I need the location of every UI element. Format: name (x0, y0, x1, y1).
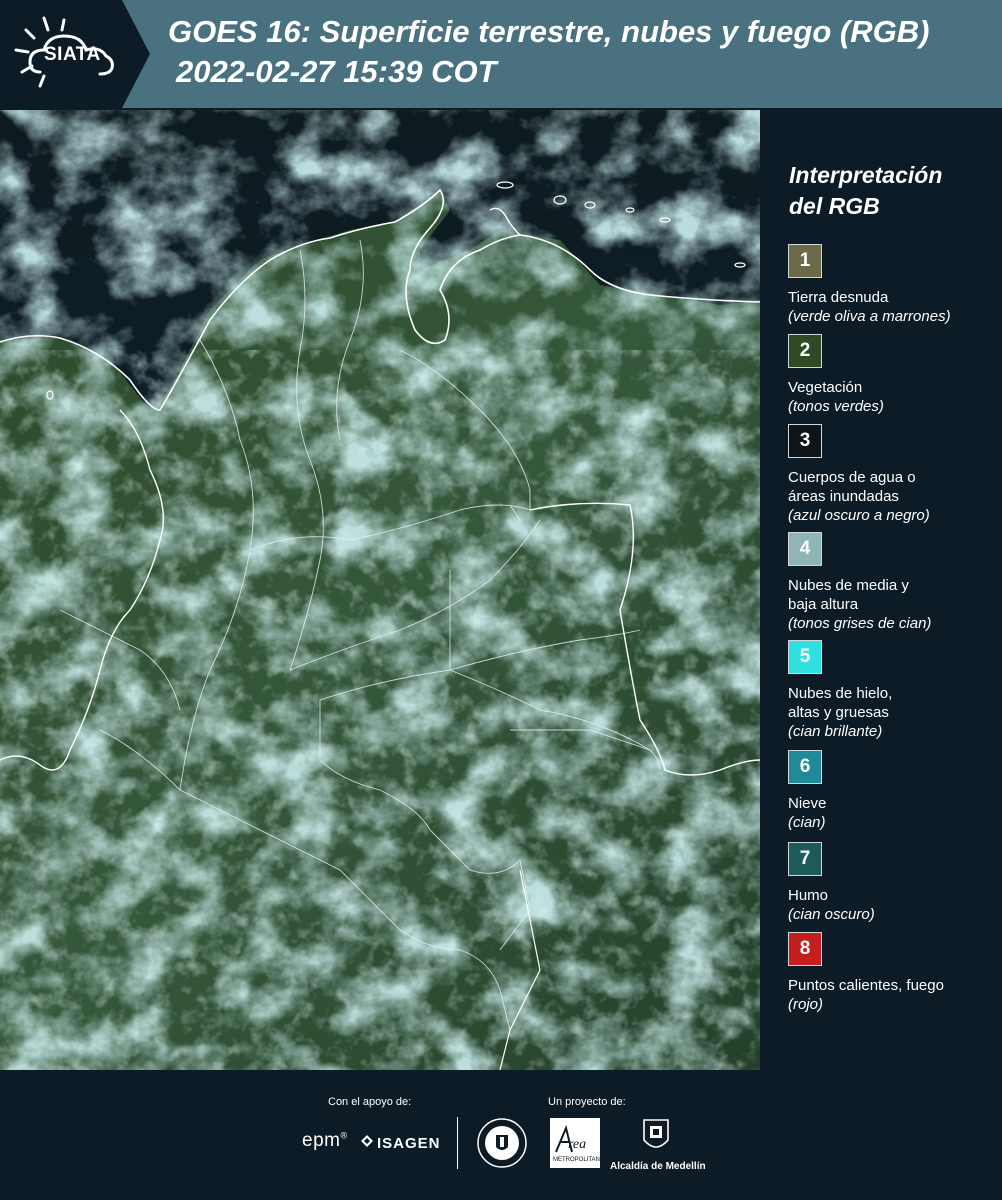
svg-text:METROPOLITANA: METROPOLITANA (553, 1157, 600, 1163)
satellite-map (0, 110, 760, 1070)
swatch-6: 6 (788, 750, 822, 784)
legend-item-fire: 8 Puntos calientes, fuego (rojo) (788, 932, 998, 1014)
datetime: 2022-02-27 15:39 COT (176, 54, 497, 89)
svg-text:rea: rea (568, 1137, 586, 1152)
header: SIATA GOES 16: Superficie terrestre, nub… (0, 0, 1002, 108)
isagen-logo: ISAGEN (360, 1134, 441, 1152)
area-metropolitana-logo: rea METROPOLITANA (550, 1118, 604, 1173)
swatch-1: 1 (788, 244, 822, 278)
alcaldia-logo: Alcaldía de Medellín (610, 1118, 706, 1172)
legend-item-snow: 6 Nieve (cian) (788, 750, 998, 832)
page-title: GOES 16: Superficie terrestre, nubes y f… (168, 14, 930, 49)
legend-item-ice-clouds: 5 Nubes de hielo, altas y gruesas (cian … (788, 640, 998, 741)
logo-text: SIATA (44, 44, 101, 65)
swatch-3: 3 (788, 424, 822, 458)
support-label: Con el apoyo de: (328, 1096, 412, 1108)
legend-item-smoke: 7 Humo (cian oscuro) (788, 842, 998, 924)
swatch-4: 4 (788, 532, 822, 566)
legend-item-low-clouds: 4 Nubes de media y baja altura (tonos gr… (788, 532, 998, 633)
swatch-7: 7 (788, 842, 822, 876)
footer-divider (457, 1117, 458, 1169)
swatch-5: 5 (788, 640, 822, 674)
legend-panel: Interpretación del RGB 1 Tierra desnuda … (762, 110, 1002, 1070)
legend-title: Interpretación del RGB (789, 162, 943, 219)
legend-item-bare-land: 1 Tierra desnuda (verde oliva a marrones… (788, 244, 998, 326)
isagen-icon (360, 1134, 374, 1152)
swatch-8: 8 (788, 932, 822, 966)
project-label: Un proyecto de: (548, 1096, 626, 1108)
swatch-2: 2 (788, 334, 822, 368)
legend-item-water: 3 Cuerpos de agua o áreas inundadas (azu… (788, 424, 998, 525)
epm-logo: epm® (302, 1130, 348, 1151)
coat-of-arms-icon (643, 1119, 669, 1148)
siata-logo: SIATA (0, 0, 150, 108)
footer: Con el apoyo de: Un proyecto de: epm® IS… (0, 1070, 1002, 1200)
legend-item-vegetation: 2 Vegetación (tonos verdes) (788, 334, 998, 416)
satellite-image (0, 110, 760, 1070)
university-seal-icon (476, 1117, 528, 1174)
